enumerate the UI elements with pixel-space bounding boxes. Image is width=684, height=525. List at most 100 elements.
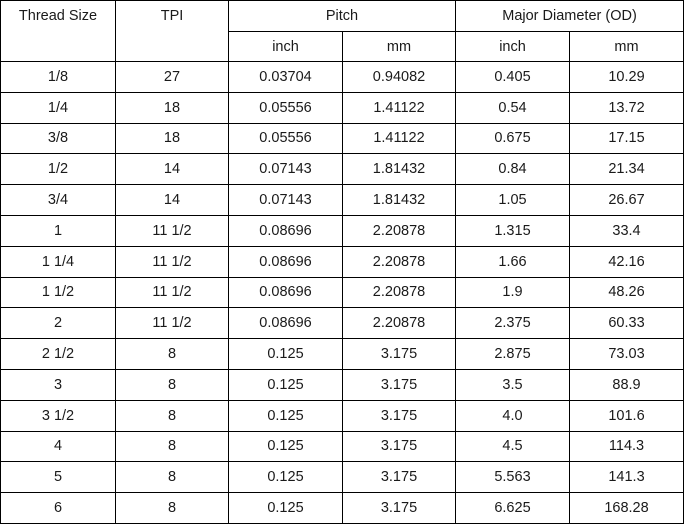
cell-pitch-inch: 0.125	[228, 492, 343, 524]
cell-pitch-mm: 2.20878	[342, 245, 456, 278]
cell-pitch-inch: 0.125	[228, 461, 343, 494]
cell-thread-size: 2	[0, 307, 116, 340]
table-row: 1/8 27 0.03704 0.94082 0.405 10.29	[0, 61, 684, 93]
cell-od-mm: 10.29	[568, 61, 684, 93]
cell-od-inch: 2.375	[455, 307, 570, 340]
cell-tpi: 8	[115, 399, 229, 432]
cell-pitch-inch: 0.08696	[228, 214, 343, 247]
cell-thread-size: 3/4	[0, 184, 116, 216]
cell-od-inch: 1.315	[455, 214, 570, 247]
cell-od-inch: 0.54	[455, 91, 570, 124]
table-row: 4 8 0.125 3.175 4.5 114.3	[0, 430, 684, 463]
cell-pitch-inch: 0.08696	[228, 276, 343, 309]
cell-od-inch: 1.66	[455, 245, 570, 278]
cell-tpi: 18	[115, 91, 229, 124]
cell-od-mm: 21.34	[568, 153, 684, 186]
table-row: 2 1/2 8 0.125 3.175 2.875 73.03	[0, 338, 684, 370]
cell-pitch-mm: 2.20878	[342, 307, 456, 340]
cell-tpi: 8	[115, 338, 229, 370]
cell-pitch-inch: 0.125	[228, 338, 343, 370]
cell-tpi: 27	[115, 61, 229, 93]
cell-thread-size: 1/4	[0, 91, 116, 124]
cell-od-mm: 168.28	[568, 492, 684, 524]
table-row: 3 1/2 8 0.125 3.175 4.0 101.6	[0, 399, 684, 432]
cell-tpi: 8	[115, 461, 229, 494]
header-pitch: Pitch	[228, 0, 456, 32]
cell-pitch-mm: 3.175	[342, 430, 456, 463]
cell-tpi: 14	[115, 184, 229, 216]
cell-pitch-mm: 1.81432	[342, 153, 456, 186]
header-pitch-mm: mm	[342, 31, 456, 62]
header-major-diameter: Major Diameter (OD)	[454, 0, 684, 32]
cell-od-inch: 1.9	[455, 276, 570, 309]
cell-pitch-mm: 1.41122	[342, 91, 456, 124]
cell-thread-size: 1	[0, 214, 116, 247]
cell-pitch-inch: 0.125	[228, 368, 343, 401]
table-row: 3 8 0.125 3.175 3.5 88.9	[0, 368, 684, 401]
cell-tpi: 11 1/2	[115, 245, 229, 278]
cell-od-mm: 101.6	[568, 399, 684, 432]
cell-od-mm: 42.16	[568, 245, 684, 278]
header-od-inch: inch	[455, 31, 570, 62]
cell-tpi: 11 1/2	[115, 214, 229, 247]
cell-pitch-inch: 0.05556	[228, 122, 343, 155]
table-row: 1/2 14 0.07143 1.81432 0.84 21.34	[0, 153, 684, 186]
cell-thread-size: 5	[0, 461, 116, 494]
cell-thread-size: 6	[0, 492, 116, 524]
cell-tpi: 11 1/2	[115, 276, 229, 309]
cell-pitch-mm: 1.81432	[342, 184, 456, 216]
cell-od-mm: 33.4	[568, 214, 684, 247]
cell-thread-size: 3/8	[0, 122, 116, 155]
cell-thread-size: 1 1/4	[0, 245, 116, 278]
cell-od-mm: 17.15	[568, 122, 684, 155]
cell-od-mm: 13.72	[568, 91, 684, 124]
cell-od-mm: 73.03	[568, 338, 684, 370]
cell-pitch-inch: 0.05556	[228, 91, 343, 124]
cell-pitch-inch: 0.03704	[228, 61, 343, 93]
cell-od-inch: 0.84	[455, 153, 570, 186]
header-pitch-inch: inch	[228, 31, 343, 62]
header-thread-size: Thread Size	[0, 0, 116, 62]
cell-od-mm: 88.9	[568, 368, 684, 401]
cell-pitch-mm: 3.175	[342, 338, 456, 370]
cell-tpi: 11 1/2	[115, 307, 229, 340]
cell-pitch-mm: 3.175	[342, 368, 456, 401]
cell-od-inch: 3.5	[455, 368, 570, 401]
cell-pitch-mm: 3.175	[342, 399, 456, 432]
cell-od-inch: 0.405	[455, 61, 570, 93]
cell-od-inch: 4.5	[455, 430, 570, 463]
cell-od-mm: 114.3	[568, 430, 684, 463]
cell-thread-size: 4	[0, 430, 116, 463]
cell-od-inch: 0.675	[455, 122, 570, 155]
table-row: 2 11 1/2 0.08696 2.20878 2.375 60.33	[0, 307, 684, 340]
cell-pitch-mm: 2.20878	[342, 276, 456, 309]
cell-tpi: 8	[115, 368, 229, 401]
cell-pitch-inch: 0.08696	[228, 307, 343, 340]
table-body: 1/8 27 0.03704 0.94082 0.405 10.29 1/4 18 0.0555…	[0, 61, 684, 524]
cell-od-mm: 26.67	[568, 184, 684, 216]
cell-od-mm: 60.33	[568, 307, 684, 340]
table-row: 1/4 18 0.05556 1.41122 0.54 13.72	[0, 91, 684, 124]
cell-pitch-inch: 0.08696	[228, 245, 343, 278]
table-header: Thread Size TPI Pitch Major Diameter (OD…	[0, 0, 684, 62]
table-row: 1 1/2 11 1/2 0.08696 2.20878 1.9 48.26	[0, 276, 684, 309]
table-row: 5 8 0.125 3.175 5.563 141.3	[0, 461, 684, 494]
table-row: 1 11 1/2 0.08696 2.20878 1.315 33.4	[0, 214, 684, 247]
cell-od-inch: 2.875	[455, 338, 570, 370]
cell-pitch-inch: 0.125	[228, 399, 343, 432]
table-row: 6 8 0.125 3.175 6.625 168.28	[0, 492, 684, 524]
table-row: 3/8 18 0.05556 1.41122 0.675 17.15	[0, 122, 684, 155]
cell-thread-size: 3 1/2	[0, 399, 116, 432]
cell-pitch-mm: 0.94082	[342, 61, 456, 93]
cell-pitch-mm: 3.175	[342, 492, 456, 524]
table-row: 1 1/4 11 1/2 0.08696 2.20878 1.66 42.16	[0, 245, 684, 278]
cell-thread-size: 1 1/2	[0, 276, 116, 309]
cell-pitch-mm: 3.175	[342, 461, 456, 494]
cell-od-inch: 1.05	[455, 184, 570, 216]
cell-pitch-inch: 0.125	[228, 430, 343, 463]
header-row-main: Thread Size TPI Pitch Major Diameter (OD…	[0, 0, 684, 62]
cell-od-mm: 141.3	[568, 461, 684, 494]
cell-pitch-mm: 1.41122	[342, 122, 456, 155]
table-row: 3/4 14 0.07143 1.81432 1.05 26.67	[0, 184, 684, 216]
header-od-mm: mm	[568, 31, 684, 62]
